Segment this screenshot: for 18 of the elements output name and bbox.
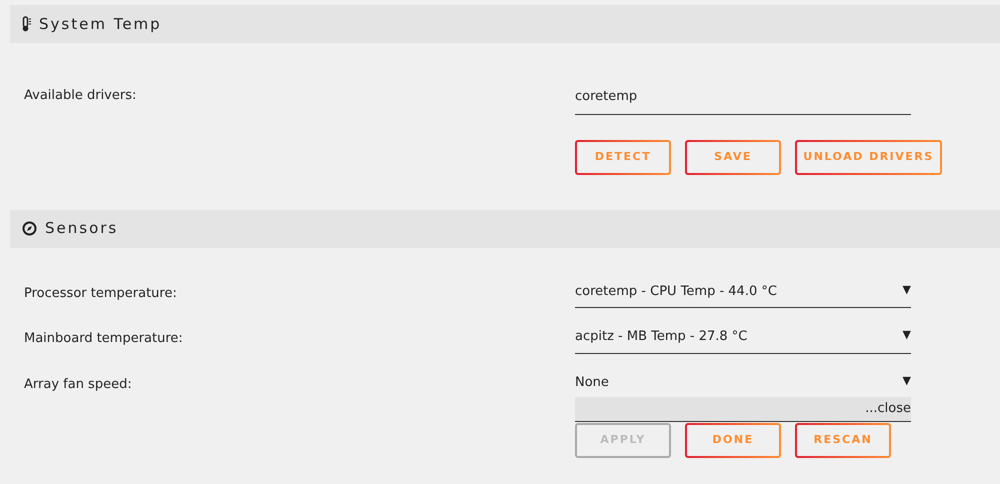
close-link[interactable]: ...close [865,399,911,419]
sensor-select[interactable]: coretemp - CPU Temp - 44.0 °C ▼ [575,282,911,308]
action-button[interactable]: RESCAN [795,423,891,458]
field-label: Available drivers: [24,87,138,105]
field-label: Mainboard temperature: [24,330,184,348]
compass-icon [22,221,37,236]
section-title: System Temp [39,14,162,35]
sensor-select[interactable]: acpitz - MB Temp - 27.8 °C ▼ [575,327,911,354]
action-button[interactable]: UNLOAD DRIVERS [795,140,942,174]
sensor-select[interactable]: None ▼ [575,372,911,398]
section-title: Sensors [45,218,118,240]
action-button[interactable]: DETECT [575,140,671,174]
drivers-field[interactable]: coretemp [575,86,911,114]
action-button[interactable]: DONE [685,423,781,458]
thermometer-icon [22,16,31,32]
action-button[interactable]: SAVE [685,140,781,174]
field-label: Processor temperature: [24,284,178,302]
field-label: Array fan speed: [24,376,133,394]
